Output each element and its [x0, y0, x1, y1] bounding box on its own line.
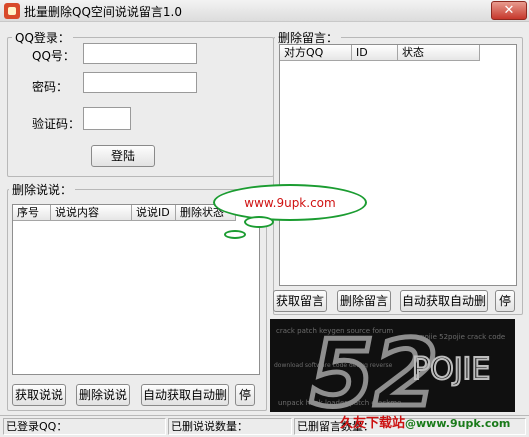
- ad-bubble[interactable]: www.9upk.com: [213, 184, 367, 221]
- close-button[interactable]: ✕: [491, 1, 527, 20]
- column-header-peer-qq[interactable]: 对方QQ: [280, 45, 352, 61]
- captcha-input[interactable]: [83, 107, 131, 130]
- ad-bubble-tail-small: [224, 230, 246, 239]
- watermark: 久友下载站@www.9upk.com: [340, 412, 510, 431]
- column-header-content[interactable]: 说说内容: [51, 205, 132, 221]
- stop-messages-button[interactable]: 停: [495, 290, 515, 312]
- password-label: 密码：: [32, 80, 69, 94]
- watermark-url: @www.9upk.com: [405, 417, 511, 430]
- column-header-index[interactable]: 序号: [13, 205, 51, 221]
- watermark-text: 久友下载站: [340, 416, 406, 431]
- auto-delete-messages-button[interactable]: 自动获取自动删: [400, 290, 488, 312]
- delete-shuoshuo-button[interactable]: 删除说说: [76, 384, 130, 406]
- ad-bubble-text[interactable]: www.9upk.com: [215, 196, 365, 210]
- login-group-label: QQ登录：: [12, 29, 73, 46]
- messages-list[interactable]: 对方QQ ID 状态: [279, 44, 517, 286]
- app-icon: [4, 3, 20, 19]
- column-header-shuoshuo-id[interactable]: 说说ID: [132, 205, 176, 221]
- column-header-message-id[interactable]: ID: [352, 45, 398, 61]
- stop-shuoshuo-button[interactable]: 停: [235, 384, 255, 406]
- banner-small-text: POJIE: [412, 352, 490, 387]
- ad-bubble-tail: [244, 216, 274, 228]
- auto-delete-shuoshuo-button[interactable]: 自动获取自动删: [141, 384, 229, 406]
- login-button[interactable]: 登陆: [91, 145, 155, 167]
- banner-graphic: crack patch keygen source forum download…: [274, 319, 505, 412]
- status-deleted-shuoshuo: 已删说说数量：: [168, 418, 292, 435]
- delete-messages-button[interactable]: 删除留言: [337, 290, 391, 312]
- shuoshuo-list[interactable]: 序号 说说内容 说说ID 删除状态: [12, 204, 260, 375]
- fetch-shuoshuo-button[interactable]: 获取说说: [12, 384, 66, 406]
- window-title: 批量删除QQ空间说说留言1.0: [24, 5, 182, 19]
- qq-input[interactable]: [83, 43, 197, 64]
- status-logged-in: 已登录QQ：: [3, 418, 166, 435]
- fetch-messages-button[interactable]: 获取留言: [273, 290, 327, 312]
- captcha-label: 验证码：: [32, 117, 81, 131]
- banner-image: crack patch keygen source forum download…: [270, 319, 515, 412]
- password-input[interactable]: [83, 72, 197, 93]
- column-header-message-status[interactable]: 状态: [398, 45, 480, 61]
- shuoshuo-group-label: 删除说说：: [9, 181, 76, 198]
- qq-label: QQ号：: [32, 49, 75, 63]
